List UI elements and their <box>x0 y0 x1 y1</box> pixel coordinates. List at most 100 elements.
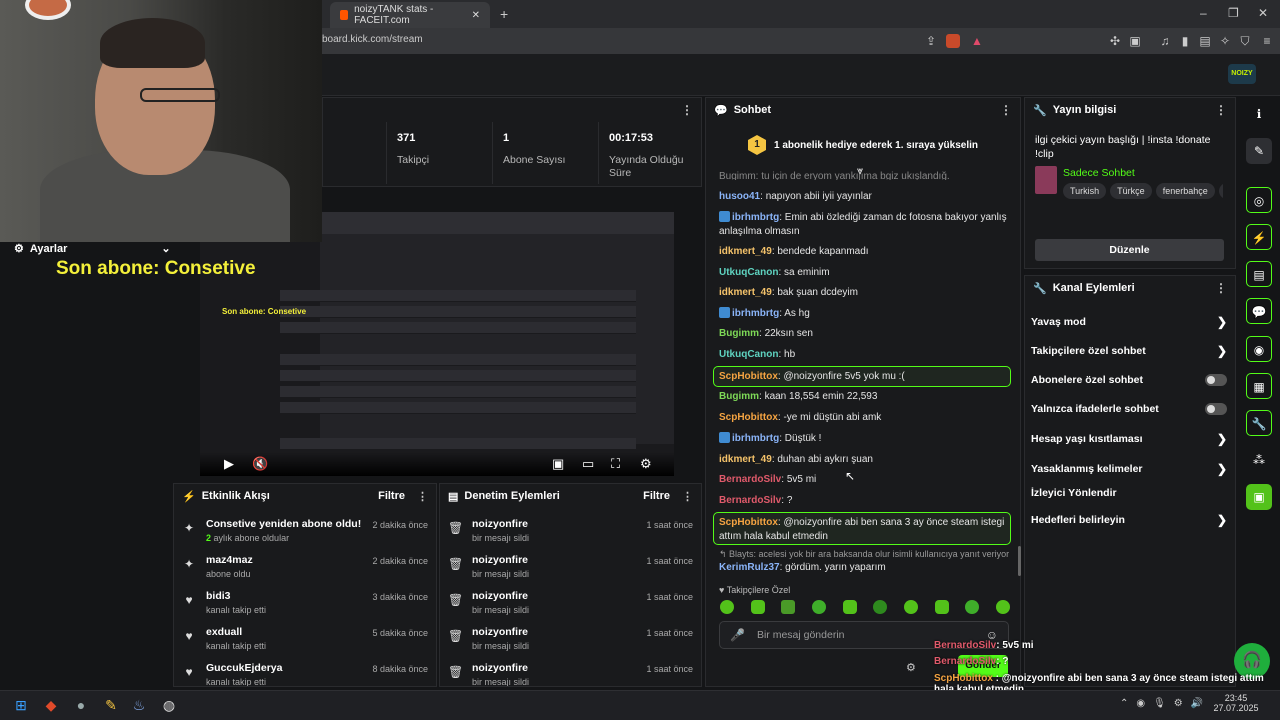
emote-icon[interactable] <box>811 600 826 614</box>
chat-username[interactable]: BernardoSilv <box>719 495 781 506</box>
emotes-only-toggle[interactable] <box>1205 403 1227 415</box>
extensions-icon[interactable]: ✣ <box>1106 32 1124 50</box>
chat-message[interactable]: idkmert_49: bendede kapanmadı <box>719 245 1009 259</box>
brave-browser-icon[interactable]: ◆ <box>40 694 62 716</box>
wallet-icon[interactable]: ▤ <box>1196 32 1214 50</box>
menu-icon[interactable]: ≡ <box>1258 32 1276 50</box>
more-options-icon[interactable]: ⋮ <box>1000 103 1012 117</box>
app-icon[interactable]: ✎ <box>100 694 122 716</box>
info-icon[interactable]: ℹ <box>1246 101 1272 127</box>
sidebar-toggle-icon[interactable]: ▮ <box>1176 32 1194 50</box>
more-options-icon[interactable]: ⋮ <box>682 490 693 503</box>
chat-message[interactable]: ibrhmbrtg: Düştük ! <box>719 432 1009 446</box>
more-options-icon[interactable]: ⋮ <box>417 490 428 503</box>
chat-message[interactable]: husoo41: napıyon abii iyii yayınlar <box>719 190 1009 204</box>
mini-player-icon[interactable]: ▣ <box>552 456 564 472</box>
brave-shield-icon[interactable] <box>946 34 960 48</box>
document-icon[interactable]: ▤ <box>1246 261 1272 287</box>
reader-icon[interactable]: ▣ <box>1126 32 1144 50</box>
chat-username[interactable]: KerimRulz37 <box>719 562 780 573</box>
steam-icon[interactable]: ♨ <box>128 694 150 716</box>
action-followers-only[interactable]: Takipçilere özel sohbet ❯ <box>1031 344 1227 358</box>
app-icon[interactable]: ▣ <box>1246 484 1272 510</box>
chat-scrollbar[interactable] <box>1018 546 1021 576</box>
chat-username[interactable]: ibrhmbrtg <box>732 212 779 223</box>
chat-username[interactable]: ibrhmbrtg <box>732 433 779 444</box>
browser-tab[interactable]: noizyTANK stats - FACEIT.com ✕ <box>330 2 490 28</box>
share-icon[interactable]: ⇪ <box>922 32 940 50</box>
chat-message[interactable]: ibrhmbrtg: Emin abi özlediği zaman dc fo… <box>719 211 1009 239</box>
close-window-button[interactable]: ✕ <box>1258 6 1268 20</box>
action-subscribers-only[interactable]: Abonelere özel sohbet <box>1031 374 1227 386</box>
activity-filter-button[interactable]: Filtre <box>378 490 405 502</box>
moderation-item[interactable]: 🗑 noizyonfire bir mesajı sildi 1 saat önce <box>440 662 701 686</box>
clock[interactable]: 23:45 27.07.2025 <box>1206 693 1266 713</box>
microphone-icon[interactable]: 🎤 <box>730 628 745 642</box>
channel-logo[interactable]: NOIZY <box>1228 64 1256 84</box>
moderation-filter-button[interactable]: Filtre <box>643 490 670 502</box>
edit-button[interactable]: Düzenle <box>1035 239 1224 261</box>
chat-username[interactable]: Bugimm <box>719 391 759 402</box>
maximize-button[interactable]: ❐ <box>1228 6 1239 20</box>
action-slow-mode[interactable]: Yavaş mod ❯ <box>1031 315 1227 329</box>
chevron-down-icon[interactable]: ⌄ <box>161 242 170 255</box>
settings-gear-icon[interactable]: ⚙ <box>640 456 652 472</box>
chat-message[interactable]: BernardoSilv: 5v5 mi <box>719 473 1009 487</box>
vpn-icon[interactable]: ⛉ <box>1236 32 1254 50</box>
subscribers-only-toggle[interactable] <box>1205 374 1227 386</box>
emote-icon[interactable] <box>750 600 765 614</box>
chat-username[interactable]: idkmert_49 <box>719 246 772 257</box>
action-goals[interactable]: Hedefleri belirleyin ❯ <box>1031 513 1227 527</box>
broadcast-icon[interactable]: ◉ <box>1246 336 1272 362</box>
gift-leaderboard-banner[interactable]: 1 1 abonelik hediye ederek 1. sıraya yük… <box>705 126 1021 164</box>
chat-message[interactable]: UtkuqCanon: sa eminim <box>719 266 1009 280</box>
chat-message[interactable]: KerimRulz37: gördüm. yarın yaparım <box>719 561 1009 575</box>
target-icon[interactable]: ◎ <box>1246 187 1272 213</box>
app-icon[interactable]: ● <box>70 694 92 716</box>
activity-item[interactable]: ♥ GuccukEjderya kanalı takip etti 8 dakika … <box>174 662 436 686</box>
rewards-icon[interactable]: ▲ <box>968 32 986 50</box>
theater-icon[interactable]: ▭ <box>582 456 594 472</box>
wrench-icon[interactable]: 🔧 <box>1246 410 1272 436</box>
emote-icon[interactable] <box>781 600 796 614</box>
play-icon[interactable]: ▶ <box>224 456 234 472</box>
chat-message[interactable]: ScpHobittox: @noizyonfire 5v5 yok mu :( <box>719 370 1009 384</box>
chat-username[interactable]: ibrhmbrtg <box>732 308 779 319</box>
chat-username[interactable]: ScpHobittox <box>719 517 778 528</box>
chat-username[interactable]: husoo41 <box>719 191 760 202</box>
chat-message[interactable]: BernardoSilv: ? <box>719 494 1009 508</box>
emote-icon[interactable] <box>842 600 857 614</box>
system-tray-icons[interactable]: ⌃◉🎙⚙🔊 <box>1120 698 1211 709</box>
chat-username[interactable]: Bugimm <box>719 328 759 339</box>
chat-message[interactable]: Bugimm: kaan 18,554 emin 22,593 <box>719 390 1009 404</box>
fullscreen-icon[interactable]: ⛶ <box>611 456 620 472</box>
chat-bubble-icon[interactable]: 💬 <box>1246 298 1272 324</box>
more-options-icon[interactable]: ⋮ <box>681 103 693 117</box>
windows-start-icon[interactable]: ⊞ <box>10 694 32 716</box>
chat-username[interactable]: idkmert_49 <box>719 287 772 298</box>
new-tab-button[interactable]: + <box>500 6 508 22</box>
activity-item[interactable]: ✦ maz4maz abone oldu 2 dakika önce <box>174 554 436 590</box>
bolt-icon[interactable]: ⚡ <box>1246 224 1272 250</box>
mute-icon[interactable]: 🔇 <box>252 456 268 472</box>
emote-icon[interactable] <box>934 600 949 614</box>
chat-username[interactable]: ScpHobittox <box>719 371 778 382</box>
action-banned-words[interactable]: Yasaklanmış kelimeler ❯ <box>1031 462 1227 476</box>
url-field[interactable]: board.kick.com/stream <box>322 34 423 45</box>
emote-icon[interactable] <box>903 600 918 614</box>
chat-settings-gear-icon[interactable]: ⚙ <box>906 661 916 674</box>
emote-icon[interactable] <box>720 600 734 614</box>
moderation-item[interactable]: 🗑 noizyonfire bir mesajı sildi 1 saat önce <box>440 554 701 590</box>
chat-message[interactable]: ScpHobittox: -ye mi düştün abi amk <box>719 411 1009 425</box>
emote-icon[interactable] <box>965 600 980 614</box>
app-icon[interactable]: ◍ <box>158 694 180 716</box>
activity-item[interactable]: ✦ Consetive yeniden abone oldu! 2 aylık ab… <box>174 518 436 554</box>
emote-icon[interactable] <box>873 600 888 614</box>
activity-item[interactable]: ♥ bidi3 kanalı takip etti 3 dakika önce <box>174 590 436 626</box>
chat-message[interactable]: idkmert_49: bak şuan dcdeyim <box>719 286 1009 300</box>
leo-icon[interactable]: ✧ <box>1216 32 1234 50</box>
minimize-button[interactable]: – <box>1200 6 1207 20</box>
chat-username[interactable]: idkmert_49 <box>719 454 772 465</box>
action-emotes-only[interactable]: Yalnızca ifadelerle sohbet <box>1031 403 1227 415</box>
stream-category[interactable]: Sadece Sohbet <box>1063 167 1135 179</box>
